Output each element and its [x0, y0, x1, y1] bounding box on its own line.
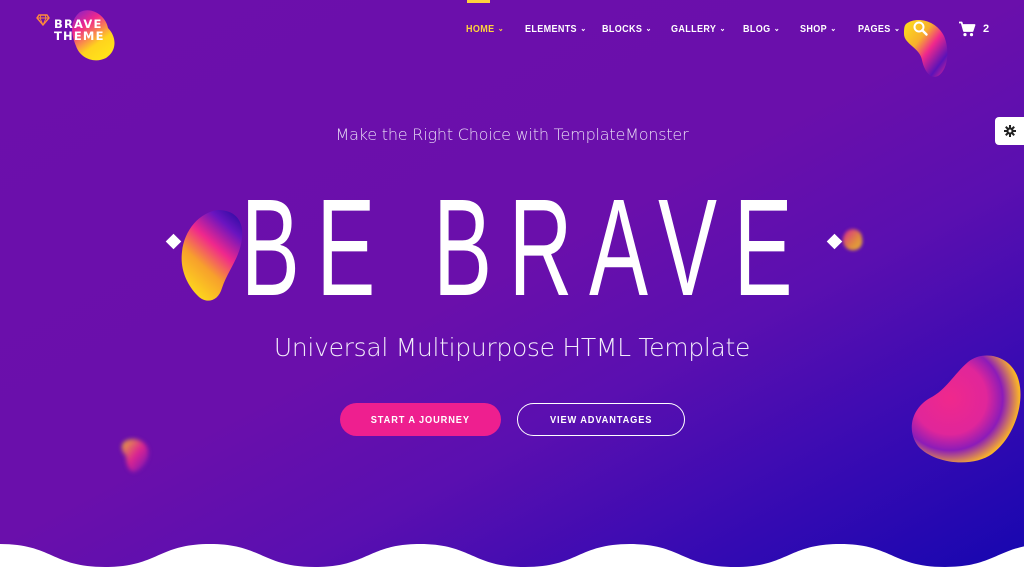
chevron-down-icon: ⌄: [719, 24, 726, 33]
search-icon: [913, 21, 928, 36]
view-advantages-label: VIEW ADVANTAGES: [549, 413, 653, 426]
nav-label: BLOCKS: [602, 23, 643, 35]
hero-title: BE BRAVE: [0, 178, 1024, 318]
cart-button[interactable]: [958, 21, 976, 37]
hero-tagline: Make the Right Choice with TemplateMonst…: [335, 125, 689, 144]
cart-count-badge: 2: [983, 23, 990, 35]
search-button[interactable]: [912, 20, 930, 38]
nav-item-home[interactable]: HOME ⌄: [466, 23, 504, 35]
brand-line-2: THEME: [54, 29, 105, 43]
hero-section: BRAVE THEME HOME ⌄ ELEMENTS ⌄ BLOCKS ⌄ GALL…: [0, 0, 1024, 581]
start-journey-button[interactable]: START A JOURNEY: [340, 403, 501, 436]
chevron-down-icon: ⌄: [773, 24, 781, 33]
nav-item-pages[interactable]: PAGES ⌄: [858, 23, 900, 35]
active-nav-indicator: [467, 0, 490, 3]
nav-item-gallery[interactable]: GALLERY ⌄: [671, 23, 726, 35]
start-journey-label: START A JOURNEY: [370, 413, 471, 426]
nav-label: HOME: [466, 23, 495, 35]
cart-icon: [959, 21, 976, 37]
nav-label: GALLERY: [671, 23, 717, 35]
bottom-left-blob-decoration: [121, 439, 149, 472]
chevron-down-icon: ⌄: [580, 24, 587, 33]
hero-subtitle: Universal Multipurpose HTML Template: [273, 333, 751, 362]
chevron-down-icon: ⌄: [645, 24, 652, 33]
bottom-wave-divider: [0, 544, 1024, 581]
nav-label: SHOP: [800, 23, 827, 35]
nav-item-elements[interactable]: ELEMENTS ⌄: [525, 23, 586, 35]
nav-label: ELEMENTS: [525, 23, 577, 35]
hero-title-text: BE BRAVE: [240, 171, 810, 325]
brand-logo[interactable]: BRAVE THEME: [36, 14, 126, 62]
nav-item-blog[interactable]: BLOG ⌄: [743, 23, 780, 35]
bottom-right-blob-decoration: [911, 355, 1021, 463]
chevron-down-icon: ⌄: [894, 24, 901, 33]
nav-label: PAGES: [858, 23, 891, 35]
brand-name: BRAVE THEME: [54, 18, 105, 42]
nav-label: BLOG: [743, 23, 771, 35]
nav-item-shop[interactable]: SHOP ⌄: [800, 23, 837, 35]
chevron-down-icon: ⌄: [830, 24, 837, 33]
view-advantages-button[interactable]: VIEW ADVANTAGES: [517, 403, 685, 436]
nav-item-blocks[interactable]: BLOCKS ⌄: [602, 23, 652, 35]
diamond-gem-icon: [36, 14, 50, 26]
chevron-down-icon: ⌄: [497, 24, 505, 33]
